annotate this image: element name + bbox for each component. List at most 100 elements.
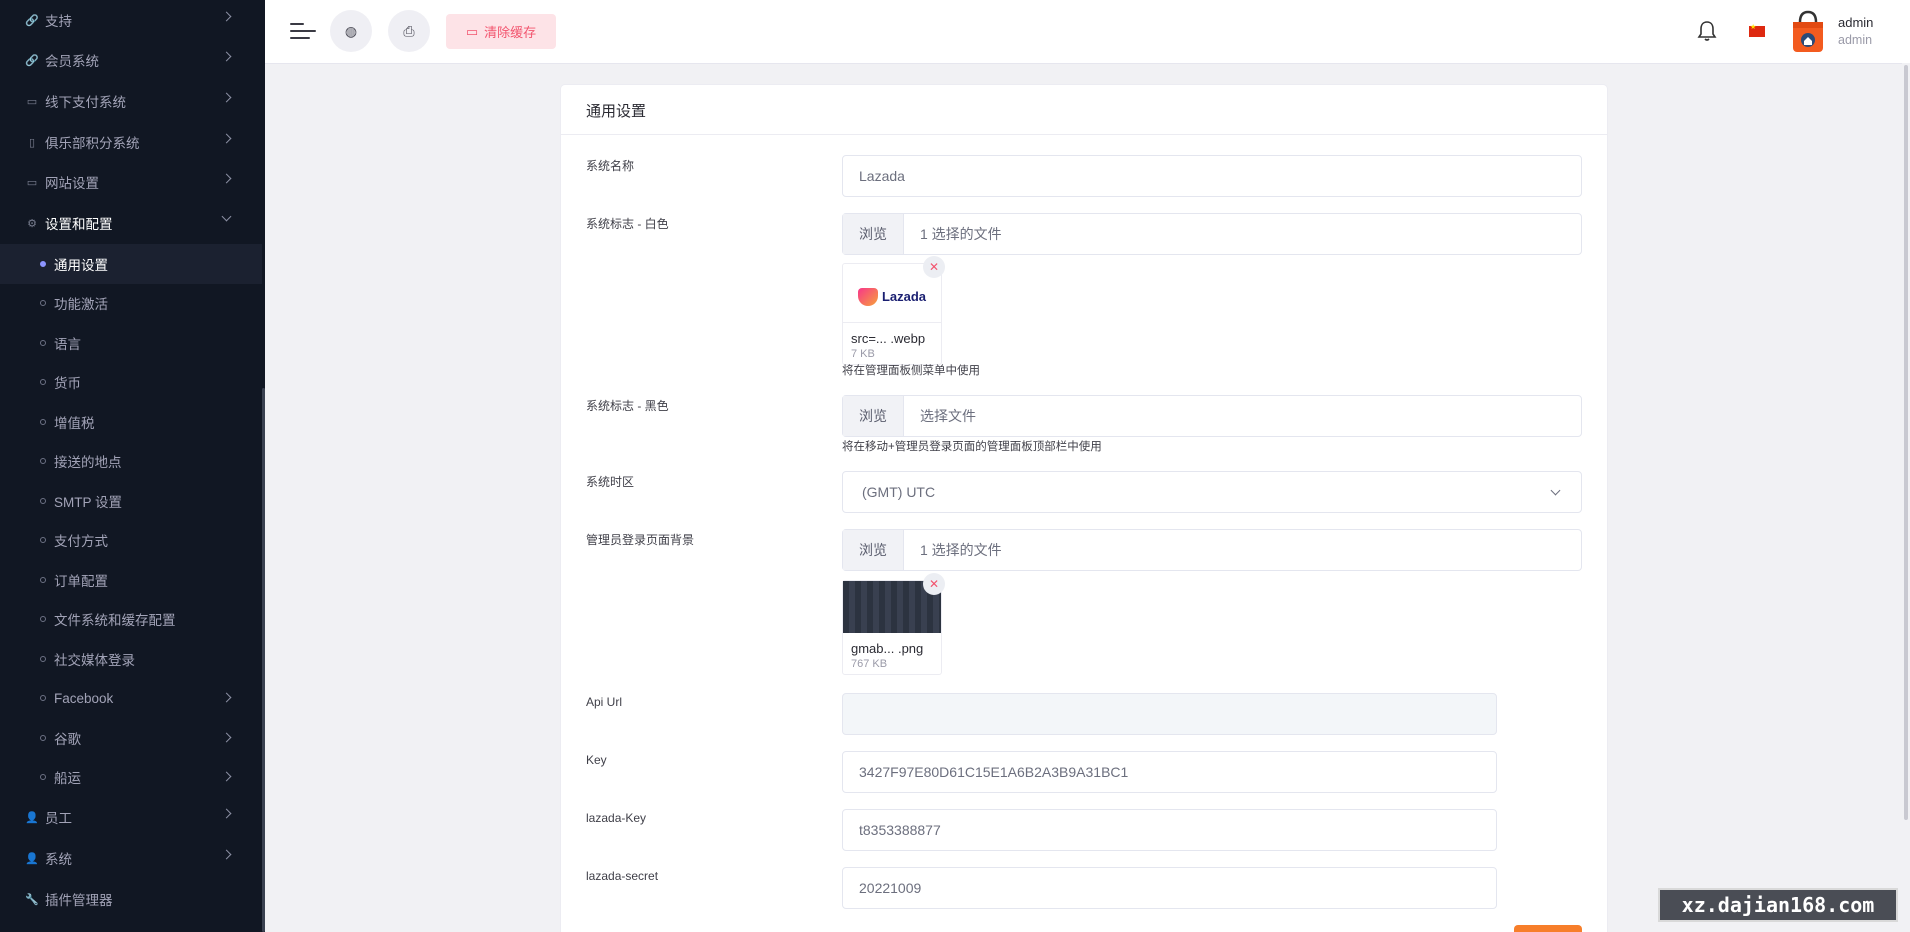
bullet-icon [40, 261, 46, 267]
china-flag-icon[interactable] [1749, 23, 1765, 37]
logo-black-file-input[interactable]: 浏览 选择文件 [842, 395, 1582, 437]
bullet-icon [40, 577, 46, 583]
sidebar-item-label: 会员系统 [45, 54, 99, 69]
user-icon: 👤 [25, 811, 39, 824]
chevron-down-icon [221, 211, 232, 222]
page-scrollbar[interactable] [1902, 63, 1910, 932]
sidebar-item-label: 员工 [45, 811, 72, 826]
sidebar-item-membership[interactable]: 🔗 会员系统 [0, 40, 262, 80]
menu-toggle-icon[interactable] [290, 20, 316, 42]
sidebar-sub-item-order-config[interactable]: 订单配置 [0, 560, 262, 600]
save-button[interactable] [1514, 925, 1582, 932]
header-divider [265, 63, 1910, 64]
sidebar-item-plugin-manager[interactable]: 🔧 插件管理器 [0, 879, 262, 919]
bullet-icon [40, 340, 46, 346]
sidebar-sub-item-currency[interactable]: 货币 [0, 362, 262, 402]
sidebar-sub-item-label: 文件系统和缓存配置 [54, 613, 176, 628]
login-bg-file-input[interactable]: 浏览 1 选择的文件 [842, 529, 1582, 571]
sidebar-sub-item-label: 社交媒体登录 [54, 653, 135, 668]
link-icon: 🔗 [25, 14, 39, 27]
browse-button[interactable]: 浏览 [843, 396, 904, 436]
sidebar-item-system[interactable]: 👤 系统 [0, 838, 262, 878]
globe-button[interactable]: ◍ [330, 10, 372, 52]
sidebar-sub-item-shipping[interactable]: 船运 [0, 757, 262, 797]
browse-button[interactable]: 浏览 [843, 530, 904, 570]
sidebar-sub-item-pickup-points[interactable]: 接送的地点 [0, 441, 262, 481]
sidebar-sub-item-payment-methods[interactable]: 支付方式 [0, 520, 262, 560]
sidebar-item-label: 支持 [45, 14, 72, 29]
chevron-right-icon [221, 849, 232, 860]
timezone-label: 系统时区 [586, 475, 635, 489]
bullet-icon [40, 616, 46, 622]
chevron-right-icon [221, 808, 232, 819]
sidebar-sub-item-social-login[interactable]: 社交媒体登录 [0, 639, 262, 679]
sidebar-item-offline-payment[interactable]: ▭ 线下支付系统 [0, 81, 262, 121]
drive-icon: ▭ [465, 23, 479, 39]
sidebar-item-settings-config[interactable]: ⚙ 设置和配置 [0, 203, 262, 243]
system-name-input[interactable]: Lazada [842, 155, 1582, 197]
sidebar-sub-item-label: 订单配置 [54, 574, 108, 589]
logo-black-label: 系统标志 - 黑色 [586, 399, 669, 413]
sidebar-sub-item-label: 功能激活 [54, 297, 108, 312]
lazada-secret-input[interactable]: 20221009 [842, 867, 1497, 909]
sidebar-sub-item-label: 通用设置 [54, 258, 108, 273]
bullet-icon [40, 300, 46, 306]
sidebar-item-label: 线下支付系统 [45, 95, 126, 110]
api-url-input[interactable] [842, 693, 1497, 735]
chevron-right-icon [221, 692, 232, 703]
lazada-key-value: t8353388877 [859, 822, 941, 838]
battery-icon: ▯ [28, 136, 36, 149]
sidebar-item-club-points[interactable]: ▯ 俱乐部积分系统 [0, 122, 262, 162]
gear-icon: ⚙ [27, 217, 37, 230]
sidebar-sub-item-feature-activation[interactable]: 功能激活 [0, 283, 262, 323]
sidebar-item-staff[interactable]: 👤 员工 [0, 797, 262, 837]
key-input[interactable]: 3427F97E80D61C15E1A6B2A3B9A31BC1 [842, 751, 1497, 793]
lazada-secret-label: lazada-secret [586, 869, 659, 883]
browse-button[interactable]: 浏览 [843, 214, 904, 254]
sidebar-sub-item-filesystem-cache[interactable]: 文件系统和缓存配置 [0, 599, 262, 639]
sidebar-sub-item-label: 谷歌 [54, 732, 81, 747]
print-button[interactable]: ⎙ [388, 10, 430, 52]
globe-icon: ◍ [344, 22, 358, 39]
thumbnail-file-size: 767 KB [851, 658, 888, 670]
logo-white-file-input[interactable]: 浏览 1 选择的文件 [842, 213, 1582, 255]
sidebar-sub-item-language[interactable]: 语言 [0, 323, 262, 363]
clear-cache-button[interactable]: ▭ 清除缓存 [446, 14, 556, 49]
system-name-label: 系统名称 [586, 159, 635, 173]
timezone-select[interactable]: (GMT) UTC [842, 471, 1582, 513]
logo-white-thumbnail: Lazada src=... .webp 7 KB ✕ [842, 256, 945, 365]
sidebar-item-website-settings[interactable]: ▭ 网站设置 [0, 162, 262, 202]
sidebar-item-label: 设置和配置 [45, 217, 113, 232]
sidebar-scrollbar[interactable] [262, 388, 265, 932]
sidebar-sub-item-label: 增值税 [54, 416, 95, 431]
sidebar-sub-item-smtp[interactable]: SMTP 设置 [0, 481, 262, 521]
lazada-secret-value: 20221009 [859, 880, 922, 896]
sidebar-sub-item-label: 接送的地点 [54, 455, 122, 470]
user-name[interactable]: admin [1838, 15, 1873, 30]
sidebar-sub-item-label: 货币 [54, 376, 81, 391]
chevron-right-icon [221, 173, 232, 184]
sidebar-sub-item-facebook[interactable]: Facebook [0, 678, 262, 718]
lazada-logo-text: Lazada [881, 289, 927, 304]
chevron-right-icon [221, 133, 232, 144]
user-icon: 👤 [25, 852, 39, 865]
sidebar-sub-item-general[interactable]: 通用设置 [0, 244, 262, 284]
sidebar-item-support[interactable]: 🔗 支持 [0, 0, 262, 40]
avatar[interactable] [1790, 10, 1826, 54]
watermark: xz.dajian168.com [1658, 888, 1898, 922]
bullet-icon [40, 419, 46, 425]
bullet-icon [40, 458, 46, 464]
file-selected-text: 1 选择的文件 [920, 542, 1002, 558]
lazada-key-input[interactable]: t8353388877 [842, 809, 1497, 851]
logo-black-hint: 将在移动+管理员登录页面的管理面板顶部栏中使用 [842, 441, 1102, 453]
sidebar-sub-item-google[interactable]: 谷歌 [0, 718, 262, 758]
remove-file-button[interactable]: ✕ [923, 573, 945, 595]
bell-icon[interactable] [1697, 20, 1717, 42]
page-scrollbar-thumb[interactable] [1904, 65, 1908, 820]
sidebar-sub-item-vat[interactable]: 增值税 [0, 402, 262, 442]
remove-file-button[interactable]: ✕ [923, 256, 945, 278]
sidebar-item-label: 俱乐部积分系统 [45, 136, 140, 151]
sidebar-sub-item-label: SMTP 设置 [54, 495, 123, 510]
clear-cache-label: 清除缓存 [484, 25, 537, 40]
chevron-right-icon [221, 771, 232, 782]
